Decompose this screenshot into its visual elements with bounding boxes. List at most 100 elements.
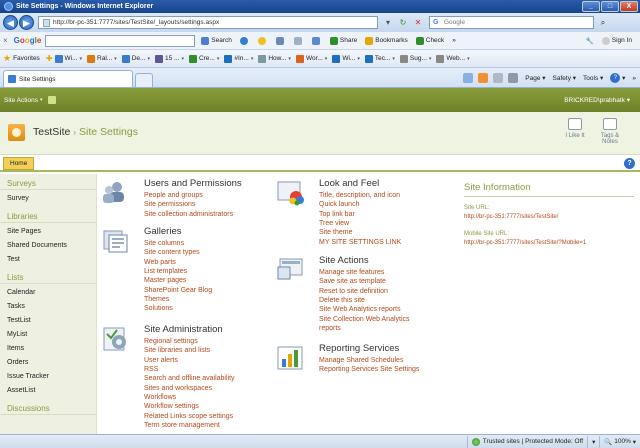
favorite-item[interactable]: De... ▾ xyxy=(121,54,150,63)
site-url-link[interactable]: http://br-pc-351:7777/sites/TestSite/ xyxy=(464,214,634,220)
settings-link[interactable]: RSS xyxy=(144,365,235,374)
close-button[interactable]: X xyxy=(620,1,638,12)
settings-link[interactable]: Web parts xyxy=(144,258,212,267)
new-tab-button[interactable] xyxy=(135,73,153,87)
favorite-item[interactable]: Cre... ▾ xyxy=(188,54,220,63)
chevron-down-icon[interactable]: ▾ xyxy=(114,56,117,62)
settings-link[interactable]: Site theme xyxy=(319,228,401,237)
refresh-icon[interactable]: ↻ xyxy=(397,17,409,29)
settings-link[interactable]: List templates xyxy=(144,267,212,276)
settings-link[interactable]: Top link bar xyxy=(319,210,401,219)
edit-page-icon[interactable] xyxy=(48,96,57,104)
search-icon[interactable]: ⌕ xyxy=(596,16,610,29)
help-icon[interactable]: ? xyxy=(624,158,635,169)
stop-icon[interactable]: ✕ xyxy=(412,17,424,29)
settings-link[interactable]: Sites and workspaces xyxy=(144,384,235,393)
settings-link[interactable]: Reporting Services Site Settings xyxy=(319,365,419,374)
chevron-down-icon[interactable]: ▾ xyxy=(147,56,150,62)
favorites-star-icon[interactable]: ★ xyxy=(3,53,11,64)
settings-link[interactable]: Themes xyxy=(144,295,212,304)
site-actions-menu[interactable]: Site Actions ▾ xyxy=(4,97,42,104)
settings-link[interactable]: Regional settings xyxy=(144,337,235,346)
favorite-item[interactable]: Tec... ▾ xyxy=(364,54,395,63)
ql-item-assetlist[interactable]: AssetList xyxy=(0,384,96,398)
zoom-control[interactable]: 🔍 100% ▾ xyxy=(599,435,640,448)
mail-icon[interactable] xyxy=(493,73,504,83)
settings-link[interactable]: Manage site features xyxy=(319,268,410,277)
settings-link[interactable]: MY SITE SETTINGS LINK xyxy=(319,238,401,247)
chevron-down-icon[interactable]: ▾ xyxy=(80,56,83,62)
settings-link[interactable]: Site libraries and lists xyxy=(144,346,235,355)
ql-item-testlist[interactable]: TestList xyxy=(0,314,96,328)
more-tools-chevron[interactable]: » xyxy=(452,37,456,44)
back-button[interactable]: ◀ xyxy=(3,15,18,30)
popup-button[interactable] xyxy=(293,36,304,45)
settings-link[interactable]: Site permissions xyxy=(144,200,233,209)
home-icon[interactable] xyxy=(463,73,474,83)
chevron-down-icon[interactable]: ▾ xyxy=(467,56,470,62)
settings-link[interactable]: Master pages xyxy=(144,276,212,285)
wrench-icon[interactable]: 🔧 xyxy=(586,37,594,45)
security-zone[interactable]: Trusted sites | Protected Mode: Off xyxy=(466,435,587,448)
chevron-down-icon[interactable]: ▾ xyxy=(325,56,328,62)
globe-button[interactable] xyxy=(239,36,250,45)
ql-item-site-pages[interactable]: Site Pages xyxy=(0,225,96,239)
chevron-down-icon[interactable]: ▾ xyxy=(251,56,254,62)
settings-link[interactable]: Site Collection Web Analytics xyxy=(319,315,410,324)
favorite-item[interactable]: Sug... ▾ xyxy=(399,54,432,63)
google-search-input[interactable] xyxy=(45,34,196,47)
settings-link[interactable]: SharePoint Gear Blog xyxy=(144,286,212,295)
settings-link[interactable]: Save site as template xyxy=(319,277,410,286)
ql-heading-discussions[interactable]: Discussions xyxy=(0,404,96,415)
minimize-button[interactable]: _ xyxy=(582,1,600,12)
settings-link[interactable]: Delete this site xyxy=(319,296,410,305)
user-menu[interactable]: BRICKRED\prabhatk ▾ xyxy=(564,96,640,104)
favorite-item[interactable]: Web... ▾ xyxy=(436,54,470,63)
settings-link[interactable]: User alerts xyxy=(144,356,235,365)
chevron-down-icon[interactable]: ▾ xyxy=(217,56,220,62)
settings-link[interactable]: reports xyxy=(319,324,410,333)
ql-item-tasks[interactable]: Tasks xyxy=(0,300,96,314)
chevron-down-icon[interactable]: ▾ xyxy=(181,56,184,62)
chevron-down-icon[interactable]: ▾ xyxy=(357,56,360,62)
dropdown-arrow-icon[interactable]: ▾ xyxy=(382,17,394,29)
print-icon[interactable] xyxy=(508,73,519,83)
translate-button[interactable] xyxy=(311,36,322,45)
tags-notes-button[interactable]: Tags & Notes xyxy=(590,118,630,145)
add-favorites-icon[interactable]: ✚ xyxy=(46,54,53,63)
settings-link[interactable]: Workflow settings xyxy=(144,402,235,411)
favorite-item[interactable]: 15 ... ▾ xyxy=(154,54,184,63)
ql-heading-lists[interactable]: Lists xyxy=(0,273,96,284)
chevron-down-icon[interactable]: ▾ xyxy=(429,56,432,62)
ql-item-test[interactable]: Test xyxy=(0,253,96,267)
ql-item-calendar[interactable]: Calendar xyxy=(0,286,96,300)
check-button[interactable]: Check xyxy=(415,36,444,45)
smiley-button[interactable] xyxy=(257,36,268,45)
tab-home[interactable]: Home xyxy=(3,157,35,170)
help-menu[interactable]: ? ▾ xyxy=(610,73,625,83)
settings-link[interactable]: Term store management xyxy=(144,421,235,430)
address-input[interactable]: http://br-pc-351:7777/sites/TestSite/_la… xyxy=(38,16,378,29)
favorites-button[interactable]: Favorites xyxy=(13,55,40,62)
favorite-item[interactable]: Ral... ▾ xyxy=(87,54,117,63)
settings-link[interactable]: People and groups xyxy=(144,191,233,200)
settings-link[interactable]: Site collection administrators xyxy=(144,210,233,219)
ql-item-issue-tracker[interactable]: Issue Tracker xyxy=(0,370,96,384)
browser-tab[interactable]: Site Settings xyxy=(3,70,133,87)
google-search-button[interactable]: Search xyxy=(201,36,232,45)
share-button[interactable]: Share xyxy=(329,36,357,45)
forward-button[interactable]: ▶ xyxy=(19,15,34,30)
settings-link[interactable]: Site Web Analytics reports xyxy=(319,305,410,314)
safety-menu[interactable]: Safety ▾ xyxy=(553,74,577,83)
favorite-item[interactable]: Wi... ▾ xyxy=(54,54,83,63)
settings-link[interactable]: Title, description, and icon xyxy=(319,191,401,200)
settings-link[interactable]: Workflows xyxy=(144,393,235,402)
chevron-down-icon[interactable]: ▾ xyxy=(288,56,291,62)
ql-item-orders[interactable]: Orders xyxy=(0,356,96,370)
pagerank-button[interactable] xyxy=(275,36,286,45)
settings-link[interactable]: Solutions xyxy=(144,304,212,313)
settings-link[interactable]: Search and offline availability xyxy=(144,374,235,383)
tools-menu[interactable]: Tools ▾ xyxy=(583,74,603,83)
settings-link[interactable]: Tree view xyxy=(319,219,401,228)
maximize-button[interactable]: □ xyxy=(601,1,619,12)
